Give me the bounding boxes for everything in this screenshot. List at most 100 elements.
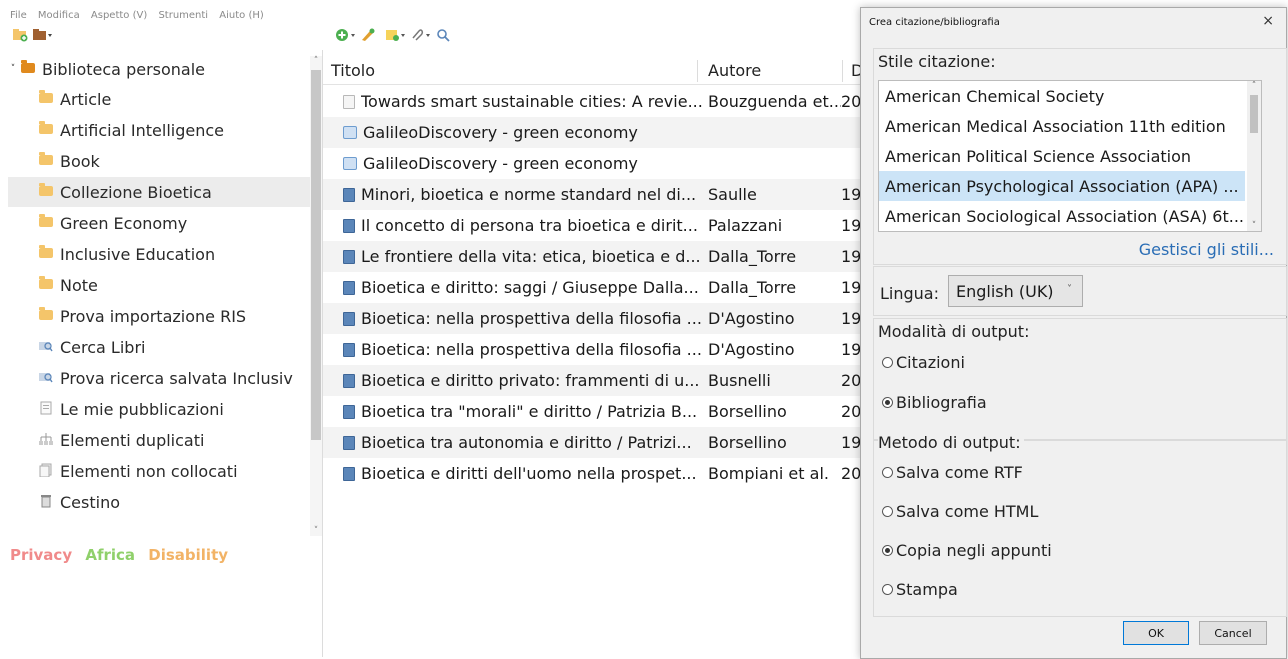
folder-icon — [38, 90, 54, 106]
table-row[interactable]: Minori, bioetica e norme standard nel di… — [323, 179, 863, 210]
radio-button[interactable] — [882, 545, 893, 556]
scroll-up-icon[interactable]: ˄ — [310, 56, 322, 66]
style-list-item[interactable]: American Chemical Society — [879, 81, 1245, 111]
table-row[interactable]: Bioetica e diritti dell'uomo nella prosp… — [323, 458, 863, 489]
scrollbar-thumb[interactable] — [1250, 95, 1258, 133]
table-row[interactable]: Il concetto di persona tra bioetica e di… — [323, 210, 863, 241]
menu-view[interactable]: Aspetto (V) — [91, 10, 147, 21]
table-row[interactable]: Le frontiere della vita: etica, bioetica… — [323, 241, 863, 272]
cell-author: Dalla_Torre — [708, 247, 797, 266]
folder-icon — [38, 276, 54, 292]
radio-button[interactable] — [882, 357, 893, 368]
radio-option[interactable]: Copia negli appunti — [882, 541, 1052, 560]
radio-button[interactable] — [882, 467, 893, 478]
language-select[interactable]: English (UK) ˅ — [948, 275, 1083, 307]
sidebar-item[interactable]: Elementi non collocati — [8, 456, 310, 486]
radio-button[interactable] — [882, 584, 893, 595]
table-row[interactable]: Bioetica e diritto privato: frammenti di… — [323, 365, 863, 396]
new-note-icon[interactable] — [385, 28, 405, 44]
language-label: Lingua: — [880, 284, 939, 303]
radio-label: Citazioni — [896, 353, 965, 372]
radio-option[interactable]: Stampa — [882, 580, 958, 599]
radio-option[interactable]: Citazioni — [882, 353, 965, 372]
menu-help[interactable]: Aiuto (H) — [219, 10, 264, 21]
column-author[interactable]: Autore — [708, 56, 761, 84]
sidebar-item[interactable]: Prova importazione RIS — [8, 301, 310, 331]
tag-disability[interactable]: Disability — [148, 546, 228, 564]
scroll-down-icon[interactable]: ˅ — [310, 526, 322, 536]
folder-icon — [38, 307, 54, 323]
table-row[interactable]: Bioetica: nella prospettiva della filoso… — [323, 303, 863, 334]
sidebar-item[interactable]: Article — [8, 84, 310, 114]
table-row[interactable]: Towards smart sustainable cities: A revi… — [323, 86, 863, 117]
scroll-down-icon[interactable]: ˅ — [1247, 221, 1261, 231]
style-list-item[interactable]: American Sociological Association (ASA) … — [879, 201, 1245, 231]
sidebar-item[interactable]: Artificial Intelligence — [8, 115, 310, 145]
table-row[interactable]: Bioetica tra "morali" e diritto / Patriz… — [323, 396, 863, 427]
radio-button[interactable] — [882, 397, 893, 408]
scroll-up-icon[interactable]: ˄ — [1247, 81, 1261, 91]
cell-author: Dalla_Torre — [708, 278, 797, 297]
sidebar-item[interactable]: Cerca Libri — [8, 332, 310, 362]
table-row[interactable]: Bioetica: nella prospettiva della filoso… — [323, 334, 863, 365]
folder-icon — [38, 121, 54, 137]
tag-privacy[interactable]: Privacy — [10, 546, 72, 564]
style-list-item[interactable]: American Political Science Association — [879, 141, 1245, 171]
folder-icon — [38, 214, 54, 230]
sidebar-item[interactable]: Note — [8, 270, 310, 300]
advanced-search-icon[interactable] — [435, 28, 451, 44]
table-row[interactable]: GalileoDiscovery - green economy — [323, 117, 863, 148]
scrollbar-thumb[interactable] — [311, 70, 321, 440]
style-scrollbar[interactable]: ˄ ˅ — [1247, 81, 1261, 231]
sidebar-item[interactable]: Inclusive Education — [8, 239, 310, 269]
new-collection-icon[interactable] — [12, 28, 28, 44]
cell-date: 19 — [841, 185, 861, 204]
cell-title: Bioetica: nella prospettiva della filoso… — [361, 340, 702, 359]
sidebar-item[interactable]: Cestino — [8, 487, 310, 517]
column-title[interactable]: Titolo — [331, 56, 375, 84]
cell-author: Bompiani et al. — [708, 464, 829, 483]
menu-file[interactable]: File — [10, 10, 27, 21]
add-by-identifier-icon[interactable] — [360, 28, 376, 44]
cell-title: Bioetica tra "morali" e diritto / Patriz… — [361, 402, 698, 421]
table-row[interactable]: GalileoDiscovery - green economy — [323, 148, 863, 179]
cancel-button[interactable]: Cancel — [1199, 621, 1267, 645]
new-item-icon[interactable] — [335, 28, 355, 44]
radio-option[interactable]: Bibliografia — [882, 393, 987, 412]
style-listbox[interactable]: American Chemical Society American Medica… — [878, 80, 1262, 232]
cell-title: Bioetica e diritto privato: frammenti di… — [361, 371, 700, 390]
tree-library-root[interactable]: ˅ Biblioteca personale — [8, 54, 310, 84]
close-icon[interactable]: × — [1262, 13, 1274, 29]
manage-styles-link[interactable]: Gestisci gli stili... — [1139, 240, 1274, 259]
tag-africa[interactable]: Africa — [85, 546, 135, 564]
menu-edit[interactable]: Modifica — [38, 10, 80, 21]
radio-label: Bibliografia — [896, 393, 987, 412]
style-list-item[interactable]: American Psychological Association (APA)… — [879, 171, 1245, 201]
sidebar-item-label: Cestino — [60, 492, 120, 512]
collections-pane: ˅ Biblioteca personale Article Artificial… — [8, 56, 310, 536]
chevron-down-icon[interactable]: ˅ — [8, 64, 18, 74]
cell-date: 19 — [841, 278, 861, 297]
sidebar-item[interactable]: Green Economy — [8, 208, 310, 238]
library-icon — [20, 60, 36, 76]
sidebar-item[interactable]: Elementi duplicati — [8, 425, 310, 455]
radio-button[interactable] — [882, 506, 893, 517]
style-list-item[interactable]: American Medical Association 11th editio… — [879, 111, 1245, 141]
radio-option[interactable]: Salva come HTML — [882, 502, 1038, 521]
collections-scrollbar[interactable]: ˄ ˅ — [310, 56, 322, 536]
sidebar-item[interactable]: Le mie pubblicazioni — [8, 394, 310, 424]
sidebar-item[interactable]: Prova ricerca salvata Inclusiv — [8, 363, 310, 393]
trash-icon — [38, 494, 54, 511]
ok-button[interactable]: OK — [1123, 621, 1189, 645]
menu-tools[interactable]: Strumenti — [158, 10, 208, 21]
table-row[interactable]: Bioetica tra autonomia e diritto / Patri… — [323, 427, 863, 458]
items-pane: Titolo Autore D Towards smart sustainabl… — [323, 56, 863, 657]
library-menu-icon[interactable] — [32, 28, 52, 44]
sidebar-item[interactable]: Book — [8, 146, 310, 176]
table-row[interactable]: Bioetica e diritto: saggi / Giuseppe Dal… — [323, 272, 863, 303]
radio-option[interactable]: Salva come RTF — [882, 463, 1023, 482]
attachment-icon[interactable] — [410, 28, 430, 44]
sidebar-item[interactable]: Collezione Bioetica — [8, 177, 310, 207]
book-icon — [343, 404, 355, 419]
sidebar-item-label: Artificial Intelligence — [60, 120, 224, 140]
